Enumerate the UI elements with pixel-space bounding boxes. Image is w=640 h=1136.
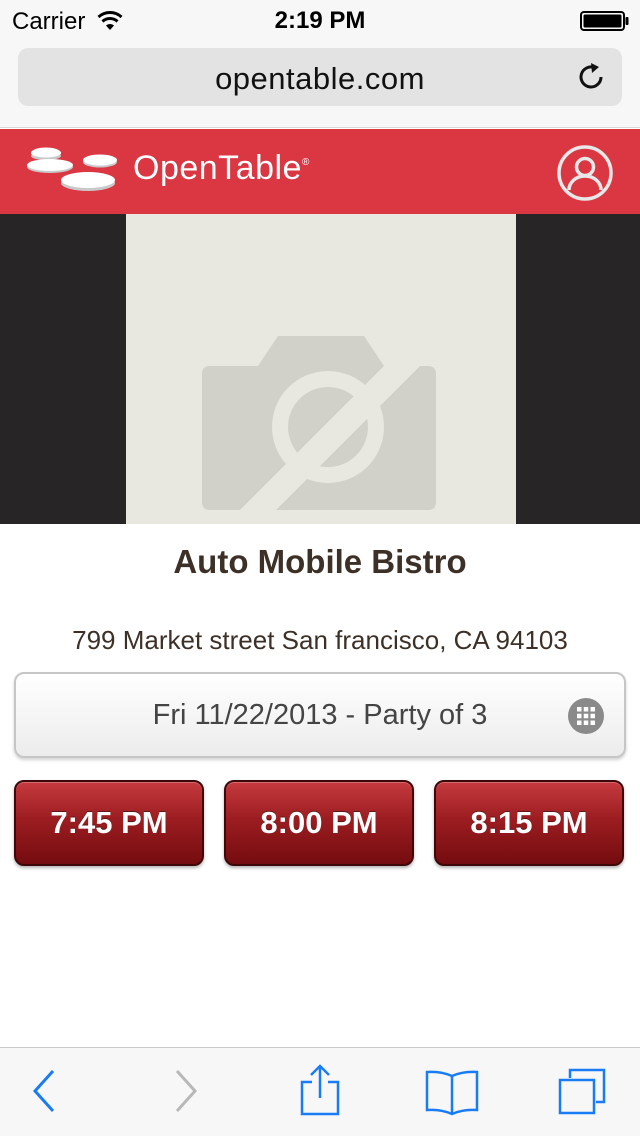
time-slot-button[interactable]: 7:45 PM xyxy=(14,780,204,866)
brand-text: OpenTable xyxy=(133,149,302,187)
browser-toolbar xyxy=(0,1047,640,1136)
restaurant-photo xyxy=(126,214,516,524)
forward-icon[interactable] xyxy=(172,1068,200,1114)
status-time: 2:19 PM xyxy=(274,7,366,34)
registered-mark: ® xyxy=(301,157,310,168)
restaurant-address: 799 Market street San francisco, CA 9410… xyxy=(72,625,568,655)
selector-label: Fri 11/22/2013 - Party of 3 xyxy=(152,699,488,731)
profile-icon[interactable] xyxy=(556,144,614,202)
status-bar: Carrier 2:19 PM xyxy=(0,0,640,40)
bookmarks-icon[interactable] xyxy=(424,1068,480,1116)
reload-icon[interactable] xyxy=(574,60,608,94)
battery-icon xyxy=(580,11,629,31)
site-header: OpenTable® xyxy=(0,129,640,215)
url-text: opentable.com xyxy=(215,61,425,96)
date-party-selector[interactable]: Fri 11/22/2013 - Party of 3 xyxy=(14,672,626,758)
time-slot-button[interactable]: 8:15 PM xyxy=(434,780,624,866)
back-icon[interactable] xyxy=(30,1068,58,1114)
opentable-logo-icon[interactable] xyxy=(26,145,126,197)
tabs-icon[interactable] xyxy=(556,1066,608,1116)
share-icon[interactable] xyxy=(298,1064,342,1116)
restaurant-name: Auto Mobile Bistro xyxy=(173,543,467,580)
grid-icon xyxy=(568,698,604,734)
browser-address-bar: opentable.com xyxy=(0,40,640,128)
url-field[interactable]: opentable.com xyxy=(18,48,622,106)
brand-name: OpenTable® xyxy=(133,149,310,188)
no-photo-icon xyxy=(202,336,436,510)
time-slot-button[interactable]: 8:00 PM xyxy=(224,780,414,866)
photo-band xyxy=(0,214,640,524)
